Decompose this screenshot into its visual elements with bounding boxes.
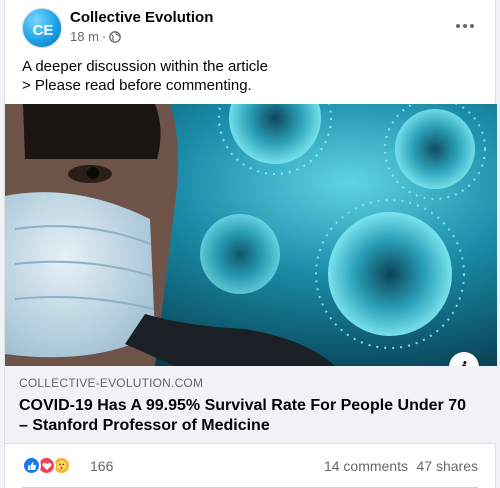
virus-mask-photo	[5, 104, 497, 366]
more-options-button[interactable]	[453, 14, 477, 38]
page-avatar[interactable]: CE	[22, 8, 62, 48]
virus-mid	[200, 214, 280, 294]
comments-count-link[interactable]: 14 comments	[324, 458, 408, 474]
link-preview-image[interactable]	[5, 104, 497, 366]
post-message-line: A deeper discussion within the article	[22, 58, 268, 75]
post-message-line: > Please read before commenting.	[22, 77, 252, 94]
link-domain: COLLECTIVE-EVOLUTION.COM	[19, 376, 204, 390]
post-meta: 18 m ·	[70, 29, 122, 44]
post-timestamp[interactable]: 18 m	[70, 29, 99, 44]
post-card: CE Collective Evolution 18 m · A deeper …	[4, 0, 497, 488]
page-name-link[interactable]: Collective Evolution	[70, 9, 213, 26]
more-dot	[463, 24, 467, 28]
post-message: A deeper discussion within the article >…	[22, 57, 268, 95]
post-header: CE Collective Evolution 18 m ·	[5, 0, 495, 52]
more-dot	[470, 24, 474, 28]
post-footer: 166 14 comments 47 shares	[5, 444, 495, 488]
more-horizontal-icon	[456, 24, 460, 28]
meta-separator: ·	[101, 29, 107, 44]
svg-text:CE: CE	[33, 22, 54, 39]
reaction-count[interactable]: 166	[90, 458, 113, 474]
globe-icon[interactable]	[109, 30, 122, 43]
link-preview[interactable]: COLLECTIVE-EVOLUTION.COM COVID-19 Has A …	[5, 366, 497, 444]
shares-count-link[interactable]: 47 shares	[417, 458, 478, 474]
ce-logo-icon: CE	[33, 22, 54, 39]
reaction-icons[interactable]	[22, 456, 71, 475]
link-title[interactable]: COVID-19 Has A 99.95% Survival Rate For …	[19, 396, 479, 436]
like-icon	[22, 456, 41, 475]
